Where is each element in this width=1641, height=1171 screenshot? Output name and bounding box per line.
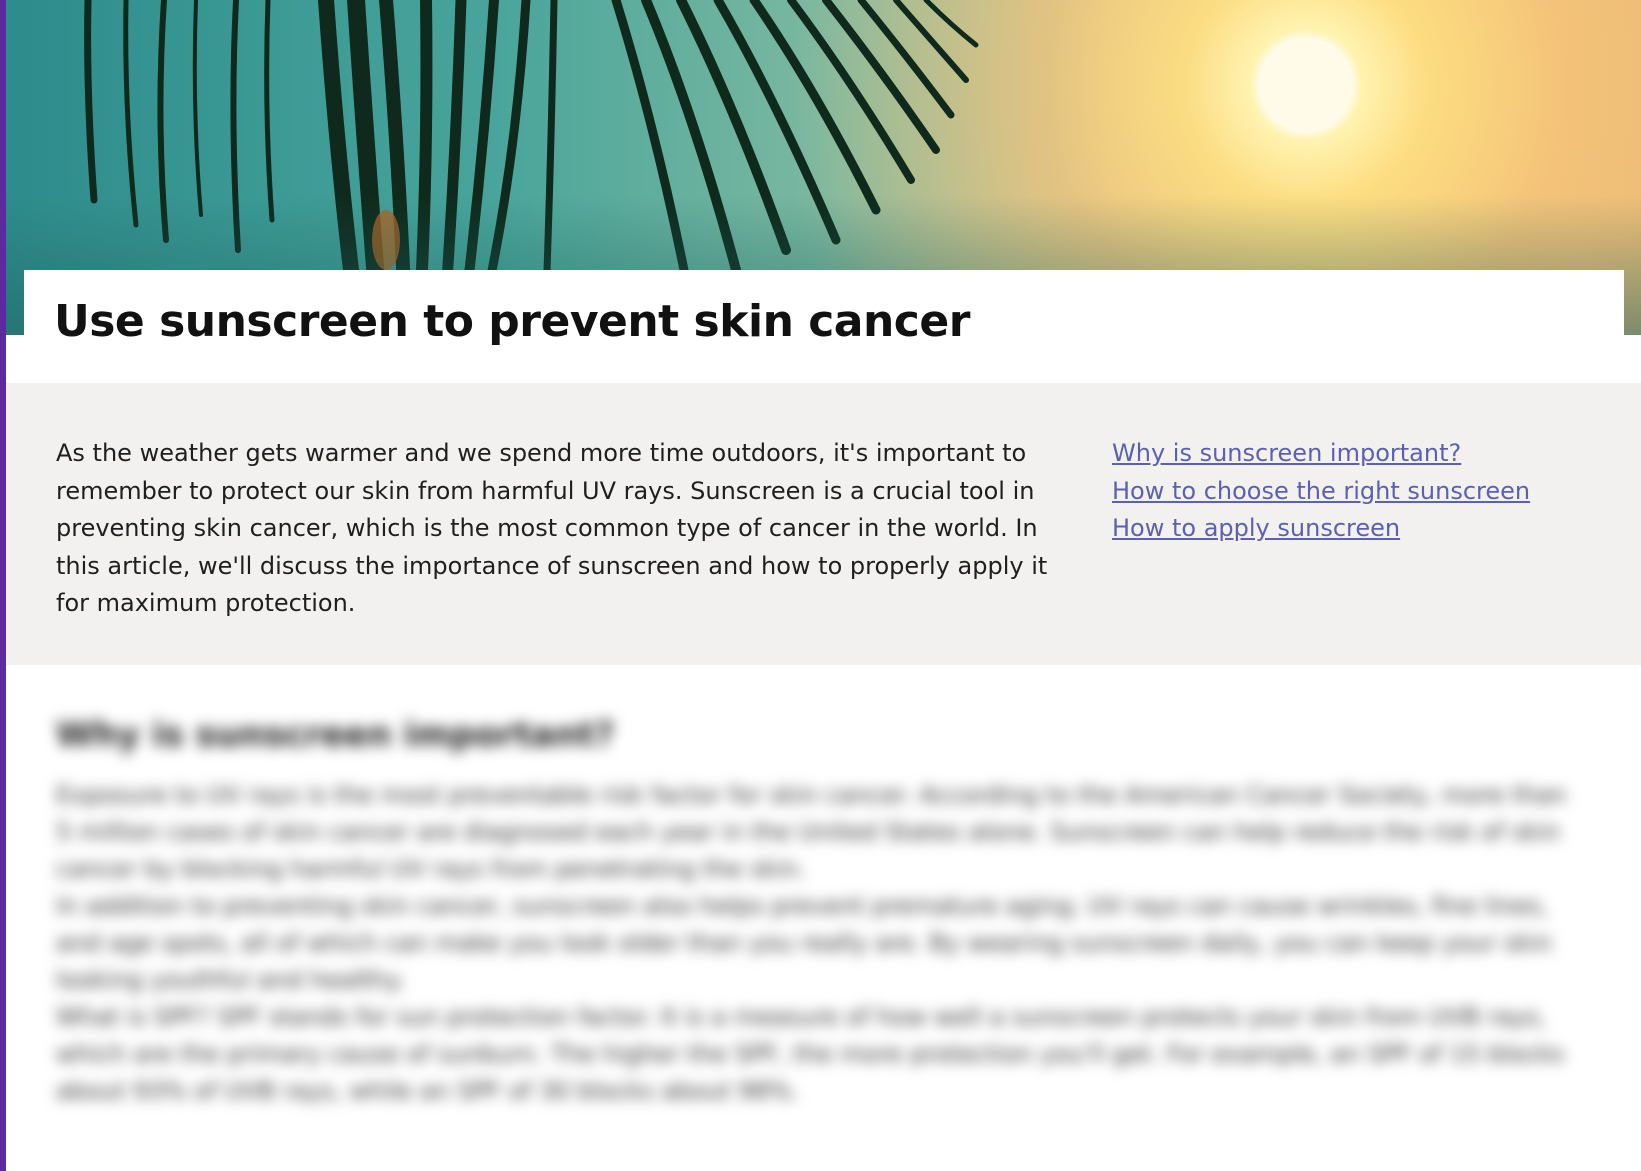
toc-item: How to choose the right sunscreen — [1112, 473, 1530, 511]
blurred-article-section: Why is sunscreen important? Exposure to … — [56, 715, 1586, 1110]
section-heading: Why is sunscreen important? — [56, 715, 615, 755]
table-of-contents: Why is sunscreen important? How to choos… — [1112, 435, 1530, 548]
section-paragraph: In addition to preventing skin cancer, s… — [56, 892, 1552, 994]
toc-item: Why is sunscreen important? — [1112, 435, 1530, 473]
section-paragraph: What is SPF? SPF stands for sun protecti… — [56, 1003, 1565, 1105]
intro-paragraph: As the weather gets warmer and we spend … — [56, 439, 1048, 617]
article-page: Use sunscreen to prevent skin cancer As … — [6, 0, 1641, 1171]
toc-link-choose-sunscreen[interactable]: How to choose the right sunscreen — [1112, 477, 1530, 505]
page-title: Use sunscreen to prevent skin cancer — [54, 296, 970, 347]
section-paragraph: Exposure to UV rays is the most preventa… — [56, 781, 1567, 883]
toc-link-why-important[interactable]: Why is sunscreen important? — [1112, 439, 1461, 467]
toc-link-apply-sunscreen[interactable]: How to apply sunscreen — [1112, 514, 1400, 542]
toc-item: How to apply sunscreen — [1112, 510, 1530, 548]
